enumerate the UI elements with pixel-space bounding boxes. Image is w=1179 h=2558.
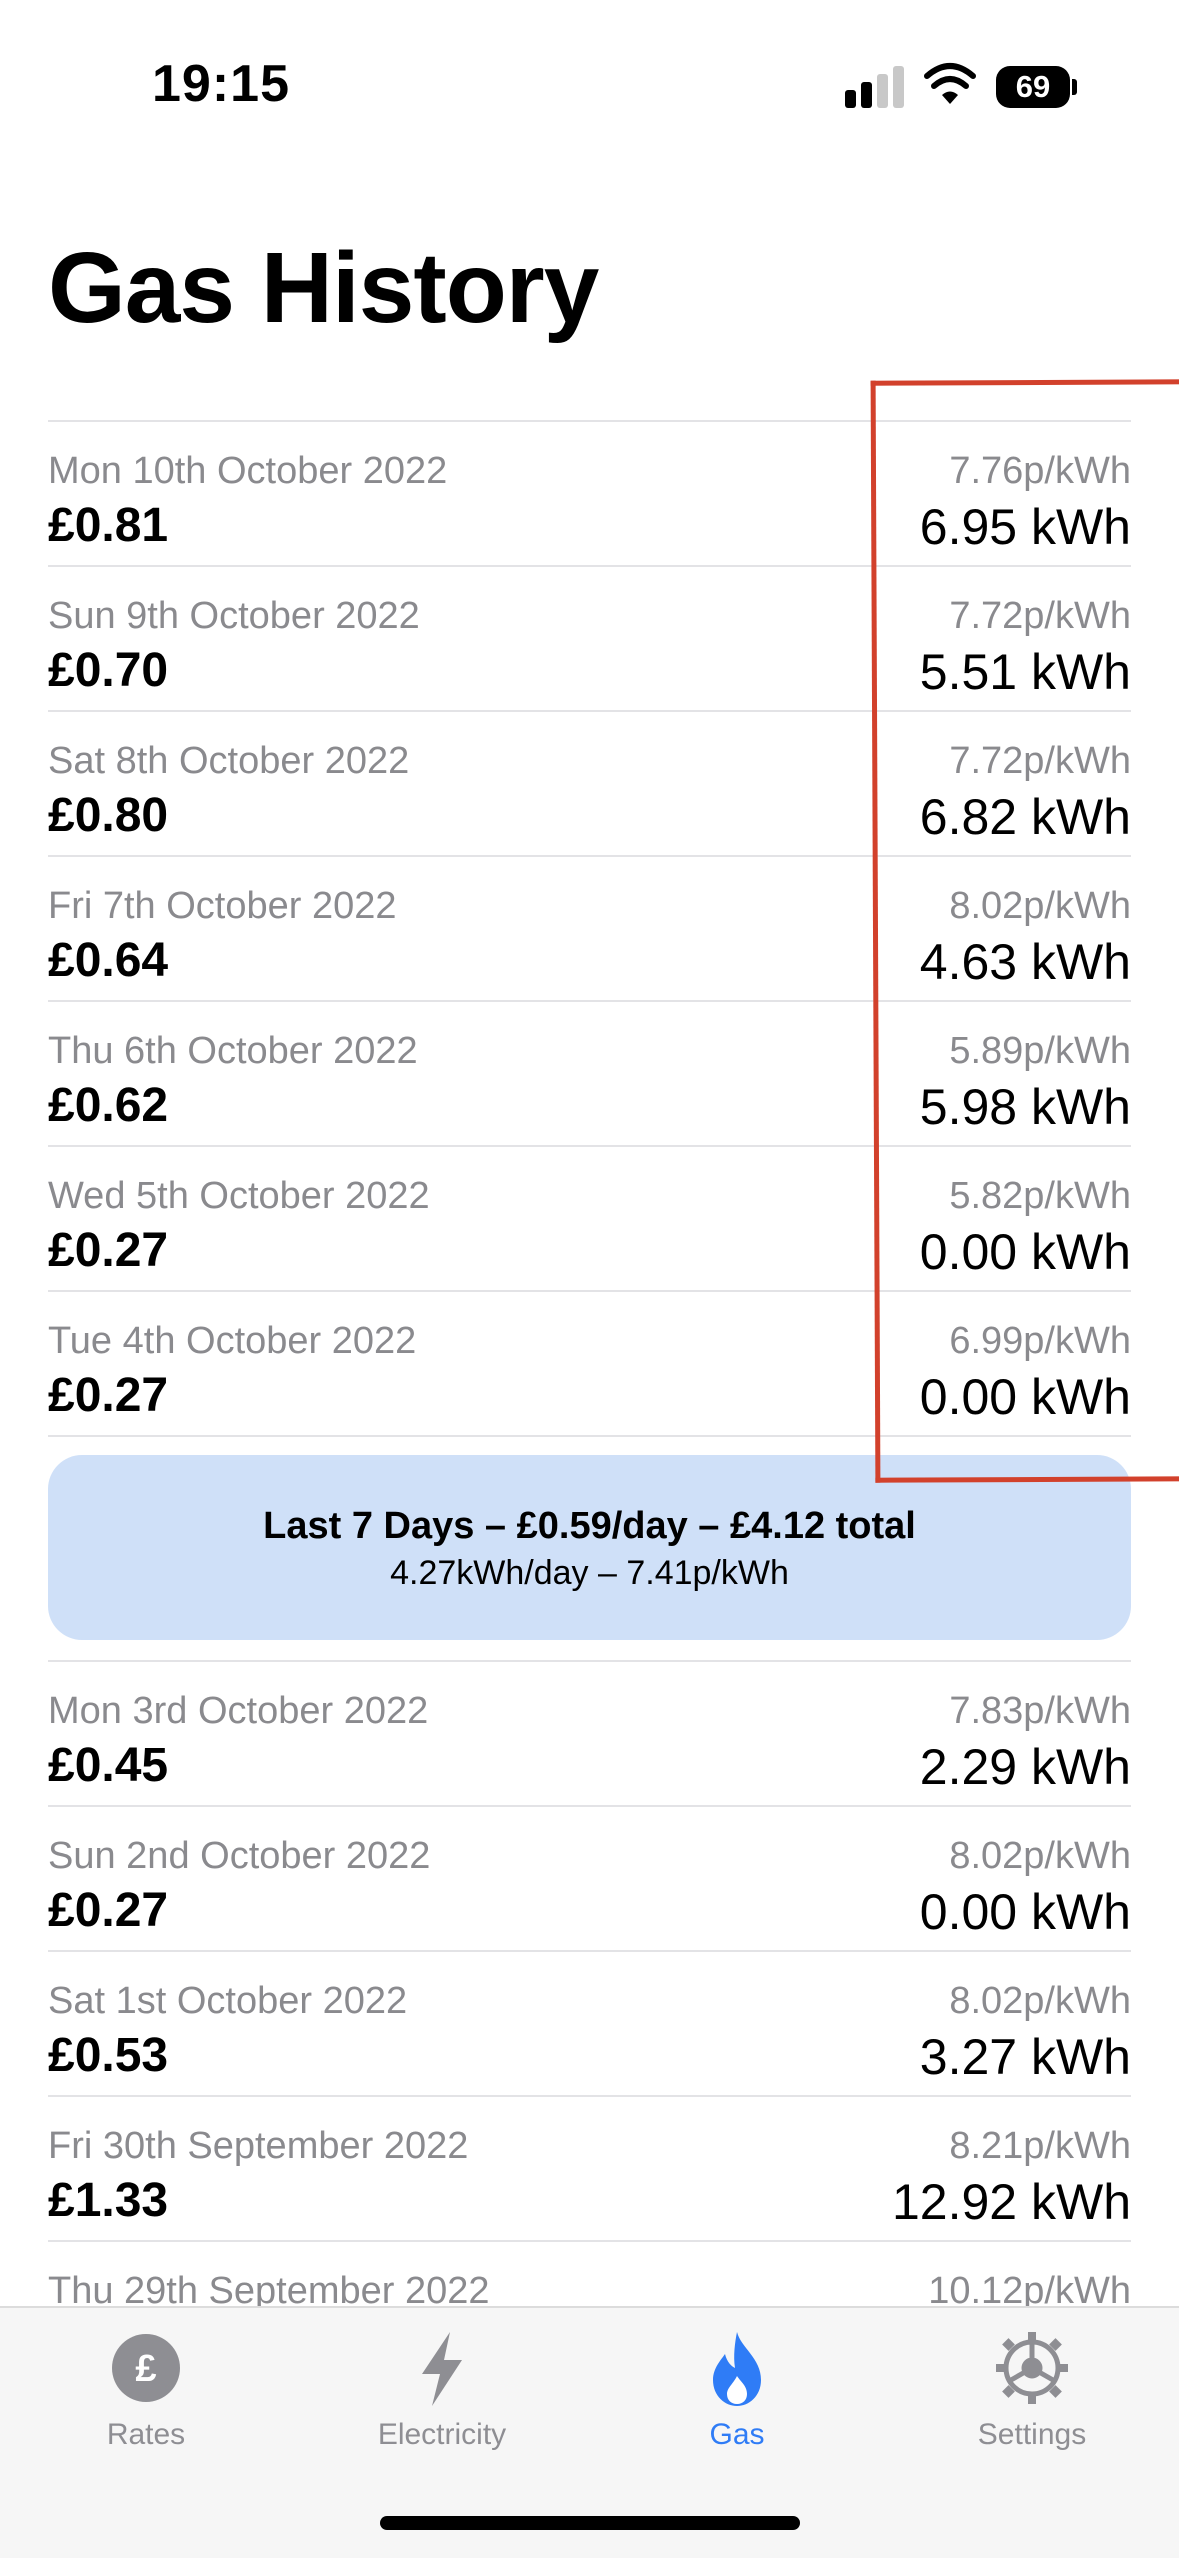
row-date: Mon 3rd October 2022 bbox=[48, 1690, 429, 1732]
row-cost: £0.53 bbox=[48, 2029, 169, 2082]
row-date: Wed 5th October 2022 bbox=[48, 1175, 430, 1217]
weekly-summary-card[interactable]: Last 7 Days – £0.59/day – £4.12 total 4.… bbox=[48, 1455, 1131, 1640]
row-date: Thu 6th October 2022 bbox=[48, 1030, 418, 1072]
wifi-icon bbox=[924, 63, 976, 104]
page-title: Gas History bbox=[48, 232, 599, 344]
tab-gas[interactable]: Gas bbox=[617, 2328, 857, 2452]
history-row[interactable]: Sat 1st October 2022 £0.53 8.02p/kWh 3.27 k… bbox=[48, 1950, 1131, 2095]
row-cost: £0.64 bbox=[48, 934, 169, 987]
row-date: Sun 2nd October 2022 bbox=[48, 1835, 431, 1877]
lightning-bolt-icon bbox=[422, 2332, 462, 2406]
svg-text:£: £ bbox=[135, 2348, 156, 2390]
tab-settings[interactable]: Settings bbox=[912, 2328, 1152, 2452]
home-indicator[interactable] bbox=[380, 2516, 800, 2530]
tab-label-electricity: Electricity bbox=[377, 2418, 507, 2451]
gear-icon bbox=[996, 2332, 1068, 2404]
tab-label-settings: Settings bbox=[977, 2418, 1087, 2451]
row-cost: £0.62 bbox=[48, 1079, 169, 1132]
cellular-signal-icon bbox=[845, 64, 905, 108]
battery-level: 69 bbox=[996, 66, 1070, 108]
pound-coin-icon: £ bbox=[112, 2334, 180, 2402]
row-cost: £0.70 bbox=[48, 644, 169, 697]
row-date: Fri 7th October 2022 bbox=[48, 885, 397, 927]
row-unit-rate: 8.02p/kWh bbox=[949, 1835, 1131, 1877]
row-usage: 0.00 kWh bbox=[919, 1884, 1131, 1940]
row-cost: £0.45 bbox=[48, 1739, 169, 1792]
history-row[interactable]: Sun 2nd October 2022 £0.27 8.02p/kWh 0.00 k… bbox=[48, 1805, 1131, 1950]
row-date: Sat 8th October 2022 bbox=[48, 740, 410, 782]
row-cost: £0.81 bbox=[48, 499, 169, 552]
row-cost: £1.33 bbox=[48, 2174, 169, 2227]
row-unit-rate: 8.21p/kWh bbox=[949, 2125, 1131, 2167]
status-time: 19:15 bbox=[152, 55, 290, 113]
history-row[interactable]: Fri 30th September 2022 £1.33 8.21p/kWh 12.… bbox=[48, 2095, 1131, 2240]
status-bar: 19:15 69 bbox=[0, 0, 1179, 150]
tab-label-rates: Rates bbox=[106, 2418, 186, 2451]
tab-electricity[interactable]: Electricity bbox=[322, 2328, 562, 2452]
row-usage: 12.92 kWh bbox=[891, 2174, 1131, 2230]
row-date: Fri 30th September 2022 bbox=[48, 2125, 469, 2167]
row-usage: 3.27 kWh bbox=[919, 2029, 1131, 2085]
row-unit-rate: 8.02p/kWh bbox=[949, 1980, 1131, 2022]
summary-subtitle: 4.27kWh/day – 7.41p/kWh bbox=[390, 1554, 789, 1592]
row-cost: £0.80 bbox=[48, 789, 169, 842]
row-cost: £0.27 bbox=[48, 1884, 169, 1937]
row-date: Tue 4th October 2022 bbox=[48, 1320, 417, 1362]
flame-icon bbox=[713, 2332, 761, 2406]
row-date: Sat 1st October 2022 bbox=[48, 1980, 408, 2022]
row-date: Sun 9th October 2022 bbox=[48, 595, 420, 637]
row-cost: £0.27 bbox=[48, 1224, 169, 1277]
row-date: Mon 10th October 2022 bbox=[48, 450, 448, 492]
row-usage: 2.29 kWh bbox=[919, 1739, 1131, 1795]
tab-label-gas: Gas bbox=[709, 2418, 765, 2451]
battery-icon: 69 bbox=[996, 66, 1077, 108]
history-row[interactable]: Mon 3rd October 2022 £0.45 7.83p/kWh 2.29 k… bbox=[48, 1660, 1131, 1805]
row-unit-rate: 7.83p/kWh bbox=[949, 1690, 1131, 1732]
tab-rates[interactable]: £ Rates bbox=[26, 2328, 266, 2452]
summary-title: Last 7 Days – £0.59/day – £4.12 total bbox=[263, 1505, 916, 1547]
annotation-box bbox=[870, 379, 1179, 1483]
row-cost: £0.27 bbox=[48, 1369, 169, 1422]
